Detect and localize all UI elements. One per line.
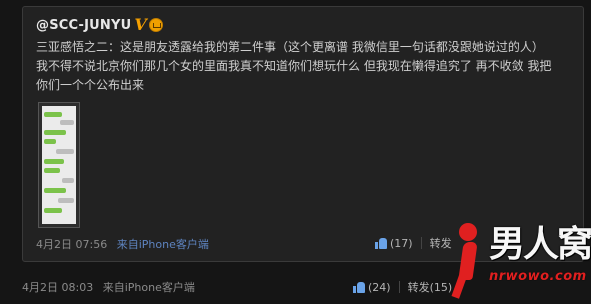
outer-meta: 4月2日 08:03 来自iPhone客户端 <box>22 279 195 295</box>
post-text: 三亚感悟之二：这是朋友透露给我的第二件事（这个更离谱 我微信里一句话都没跟她说过… <box>36 38 571 95</box>
thumbs-up-icon[interactable] <box>353 281 365 293</box>
outer-like-count[interactable]: (24) <box>368 281 391 294</box>
watermark-title: 男人窝 <box>489 224 591 265</box>
site-watermark-logo: 男人窝 nrwowo.com <box>449 221 591 301</box>
attached-screenshot-thumbnail[interactable] <box>38 102 80 228</box>
username-link[interactable]: @SCC-JUNYU <box>36 18 131 33</box>
post-text-line: 我不得不说北京你们那几个女的里面我真不知道你们想玩什么 但我现在懒得追究了 再不… <box>36 59 552 73</box>
post-source[interactable]: 来自iPhone客户端 <box>117 238 209 251</box>
outer-repost-button[interactable]: 转发(15) <box>408 279 453 295</box>
post-text-line: 三亚感悟之二：这是朋友透露给我的第二件事（这个更离谱 我微信里一句话都没跟她说过… <box>36 40 544 54</box>
crown-badge-icon[interactable] <box>148 18 163 32</box>
figure-logo-icon <box>449 221 487 299</box>
like-count[interactable]: (17) <box>390 237 413 250</box>
divider <box>420 237 422 249</box>
outer-actions: (24) 转发(15) <box>353 279 452 295</box>
thumbs-up-icon[interactable] <box>375 237 387 249</box>
outer-source[interactable]: 来自iPhone客户端 <box>103 281 195 294</box>
chat-screenshot-image <box>42 106 76 224</box>
verified-icon[interactable]: V <box>134 17 146 33</box>
watermark-url: nrwowo.com <box>489 269 587 284</box>
user-row: @SCC-JUNYU V <box>36 15 163 35</box>
outer-time[interactable]: 4月2日 08:03 <box>22 281 93 294</box>
divider <box>398 281 400 293</box>
post-meta: 4月2日 07:56 来自iPhone客户端 <box>36 236 209 252</box>
post-time[interactable]: 4月2日 07:56 <box>36 238 107 251</box>
post-actions: (17) 转发 <box>375 235 452 251</box>
post-text-line: 你们一个个公布出来 <box>36 78 145 92</box>
